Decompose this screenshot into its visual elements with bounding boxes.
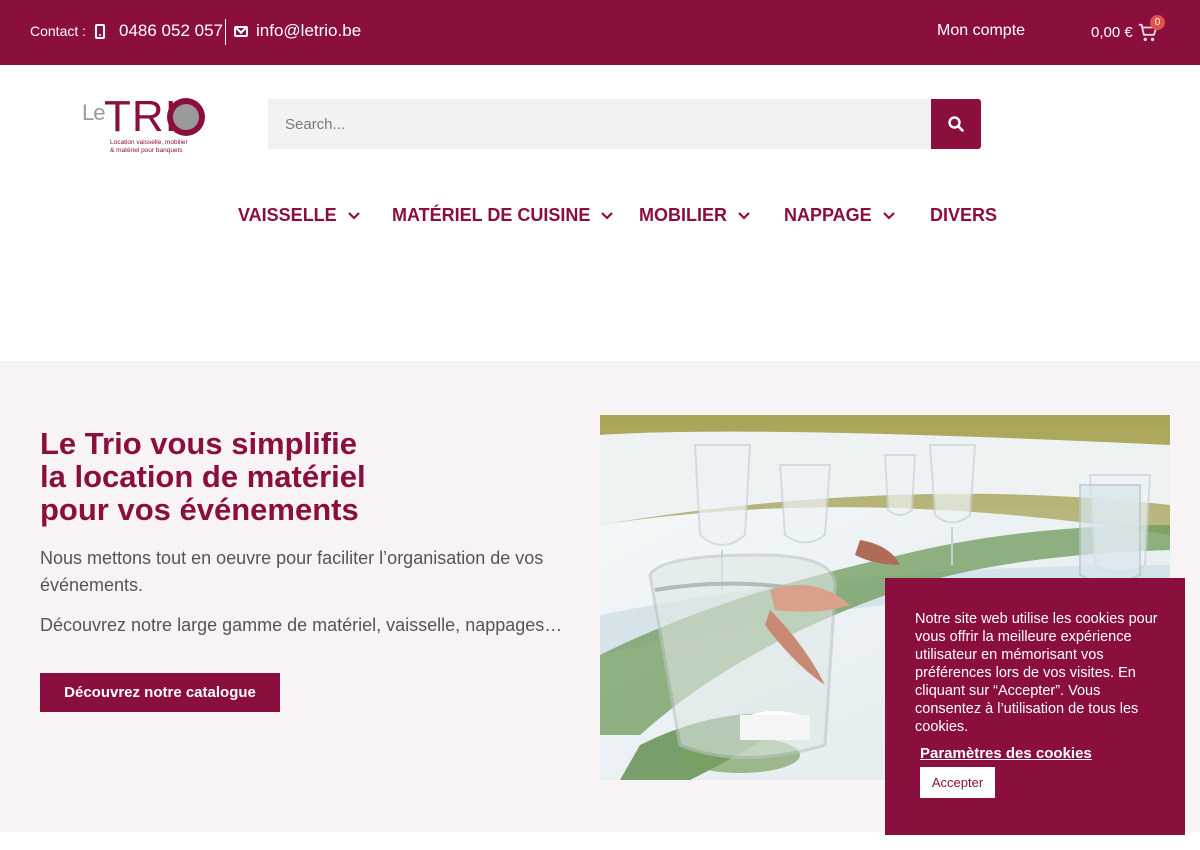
- cart-count-badge: 0: [1150, 15, 1165, 30]
- mail-icon: [234, 26, 248, 37]
- accept-button[interactable]: Accepter: [920, 767, 995, 798]
- site-logo[interactable]: Le TRI Location vaisselle, mobilier & ma…: [82, 92, 212, 162]
- nav-item-mobilier[interactable]: MOBILIER: [639, 205, 751, 226]
- hero-paragraph: Découvrez notre large gamme de matériel,…: [40, 615, 563, 635]
- hero-title: Le Trio vous simplifie la location de ma…: [40, 426, 366, 527]
- nav-item-label: MOBILIER: [639, 205, 727, 225]
- search-button[interactable]: [931, 99, 981, 149]
- catalogue-button[interactable]: Découvrez notre catalogue: [40, 673, 280, 712]
- cookie-text: Notre site web utilise les cookies pour …: [915, 611, 1158, 735]
- plate-icon: [167, 98, 205, 136]
- nav-item-vaisselle[interactable]: VAISSELLE: [238, 205, 361, 226]
- top-bar: Contact : 0486 052 057 info@letrio.be Mo…: [0, 0, 1200, 65]
- phone-link[interactable]: 0486 052 057: [119, 21, 223, 41]
- divider: [225, 19, 226, 45]
- cookie-banner: Notre site web utilise les cookies pour …: [885, 578, 1185, 835]
- chevron-down-icon: [882, 211, 895, 220]
- my-account-link[interactable]: Mon compte: [937, 22, 1025, 40]
- chevron-down-icon: [738, 211, 750, 220]
- logo-le: Le: [82, 100, 106, 125]
- cookie-settings-link[interactable]: Paramètres des cookies: [920, 745, 1092, 762]
- nav-item-nappage[interactable]: NAPPAGE: [784, 205, 896, 226]
- cart-total[interactable]: 0,00 €: [1091, 24, 1133, 41]
- contact-label: Contact :: [30, 23, 87, 39]
- nav-item-label: MATÉRIEL DE CUISINE: [392, 205, 591, 225]
- search-icon: [948, 116, 964, 132]
- logo-tagline: Location vaisselle, mobilier & matériel …: [110, 139, 188, 154]
- email-link[interactable]: info@letrio.be: [256, 21, 361, 41]
- main-nav: VAISSELLE MATÉRIEL DE CUISINE MOBILIER N…: [0, 205, 1200, 235]
- hero-paragraph: Nous mettons tout en oeuvre pour facilit…: [40, 548, 544, 595]
- nav-item-materiel-de-cuisine[interactable]: MATÉRIEL DE CUISINE: [392, 205, 614, 226]
- nav-item-label: DIVERS: [930, 205, 998, 225]
- nav-item-label: NAPPAGE: [784, 205, 872, 225]
- search-input[interactable]: [268, 99, 931, 149]
- chevron-down-icon: [601, 211, 614, 220]
- chevron-down-icon: [347, 211, 360, 220]
- nav-item-divers[interactable]: DIVERS: [930, 205, 997, 226]
- phone-icon: [95, 24, 105, 39]
- nav-item-label: VAISSELLE: [238, 205, 337, 225]
